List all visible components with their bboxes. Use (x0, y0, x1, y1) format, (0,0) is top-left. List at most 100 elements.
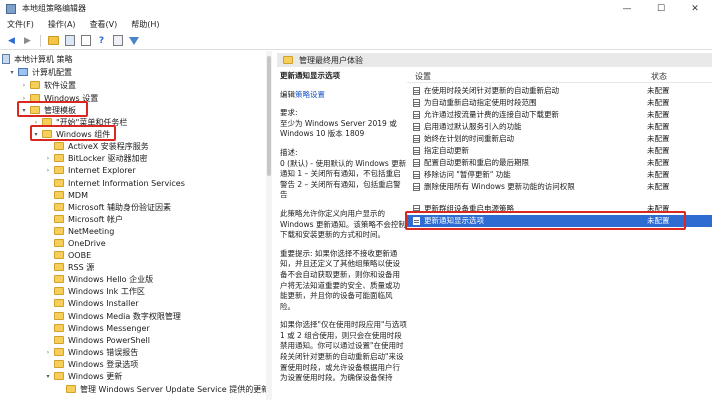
collapse-arrow-icon[interactable]: › (20, 79, 28, 91)
folder-icon (54, 299, 64, 307)
menu-file[interactable]: 文件(F) (0, 19, 41, 30)
tree-item-admin-templates[interactable]: ▾ 管理模板 (20, 104, 76, 116)
edit-policy-link[interactable]: 策略设置 (295, 90, 325, 99)
settings-row-selected[interactable]: 更新通知显示选项 未配置 (407, 215, 712, 227)
settings-row[interactable]: 配置自动更新和重启的最后期限 未配置 (407, 157, 712, 169)
folder-icon (54, 360, 64, 368)
folder-icon (42, 118, 52, 126)
collapse-arrow-icon[interactable]: › (20, 92, 28, 104)
tree-item-windows-powershell[interactable]: Windows PowerShell (44, 334, 150, 346)
settings-row[interactable]: 始终在计划的时间重新启动 未配置 (407, 133, 712, 145)
tree-item-mdm[interactable]: MDM (44, 189, 88, 201)
tree-item-windows-settings[interactable]: › Windows 设置 (20, 92, 98, 104)
title-bar: 本地组策略编辑器 — ☐ ✕ (0, 0, 712, 17)
collapse-arrow-icon[interactable]: › (44, 164, 52, 176)
policy-setting-icon (413, 98, 420, 107)
folder-icon (54, 191, 64, 199)
settings-row[interactable]: 更新群组设备重启电源策略 未配置 (407, 203, 712, 215)
tree-item-windows-logon-options[interactable]: Windows 登录选项 (44, 358, 138, 370)
description-para-3: 如果你选择"仅在使用时段应用"与选项 1 或 2 组合使用，则只会在使用时段禁用… (280, 320, 407, 383)
folder-icon[interactable] (47, 34, 60, 47)
window-controls: — ☐ ✕ (610, 0, 712, 17)
tree-item-software-settings[interactable]: › 软件设置 (20, 79, 76, 91)
tree-scrollbar[interactable] (266, 51, 272, 400)
forward-icon[interactable]: ▶ (21, 34, 34, 47)
back-icon[interactable]: ◀ (5, 34, 18, 47)
tree-item-computer-config[interactable]: ▾ 计算机配置 (8, 66, 72, 78)
tree-scrollbar-thumb[interactable] (267, 56, 271, 176)
collapse-arrow-icon[interactable]: › (32, 116, 40, 128)
settings-row[interactable]: 为自动重新启动指定使用时段范围 未配置 (407, 97, 712, 109)
collapse-arrow-icon[interactable]: › (44, 152, 52, 164)
tree-item-windows-components[interactable]: ▾ Windows 组件 (32, 128, 110, 140)
folder-icon (30, 81, 40, 89)
tree-item-bitlocker[interactable]: › BitLocker 驱动器加密 (44, 152, 148, 164)
menu-help[interactable]: 帮助(H) (124, 19, 166, 30)
content-header: 管理最终用户体验 (277, 53, 712, 67)
tree-item-rss[interactable]: RSS 源 (44, 261, 94, 273)
tree-item-wsus-updates[interactable]: 管理 Windows Server Update Service 提供的更新 (56, 383, 269, 395)
tree-item-netmeeting[interactable]: NetMeeting (44, 225, 114, 237)
folder-icon (54, 166, 64, 174)
settings-row[interactable]: 在使用时段关闭针对更新的自动重新启动 未配置 (407, 85, 712, 97)
policy-setting-icon (413, 86, 420, 95)
column-header-state[interactable]: 状态 (651, 71, 667, 82)
tree-item-start-menu[interactable]: › "开始"菜单和任务栏 (32, 116, 128, 128)
expand-arrow-icon[interactable]: ▾ (44, 370, 52, 382)
edit-policy-line: 编辑策略设置 (280, 89, 325, 99)
menu-bar: 文件(F) 操作(A) 查看(V) 帮助(H) (0, 17, 712, 32)
tree-item-onedrive[interactable]: OneDrive (44, 237, 106, 249)
settings-row[interactable]: 启用通过默认服务引入的功能 未配置 (407, 121, 712, 133)
list-icon[interactable] (111, 34, 124, 47)
collapse-arrow-icon[interactable]: › (44, 346, 52, 358)
tree-item-ie[interactable]: › Internet Explorer (44, 164, 136, 176)
folder-icon (54, 203, 64, 211)
settings-row[interactable]: 删除使用所有 Windows 更新功能的访问权限 未配置 (407, 181, 712, 193)
policy-setting-icon (413, 158, 420, 167)
expand-arrow-icon[interactable]: ▾ (20, 104, 28, 116)
tree-item-windows-error-reporting[interactable]: › Windows 错误报告 (44, 346, 138, 358)
settings-list-header: 设置 状态 (407, 71, 712, 83)
menu-action[interactable]: 操作(A) (41, 19, 83, 30)
doc-icon[interactable] (79, 34, 92, 47)
settings-row[interactable]: 允许通过按流量计费的连接自动下载更新 未配置 (407, 109, 712, 121)
maximize-button[interactable]: ☐ (644, 0, 678, 17)
column-header-setting[interactable]: 设置 (415, 71, 431, 82)
folder-icon (54, 227, 64, 235)
settings-row[interactable]: 指定自动更新 未配置 (407, 145, 712, 157)
folder-icon (54, 251, 64, 259)
close-button[interactable]: ✕ (678, 0, 712, 17)
menu-view[interactable]: 查看(V) (83, 19, 125, 30)
toolbar-divider (40, 34, 41, 47)
folder-icon (54, 154, 64, 162)
tree-item-windows-update[interactable]: ▾ Windows 更新 (44, 370, 122, 382)
tree-item-ms-account[interactable]: Microsoft 帐户 (44, 213, 123, 225)
tree-item-oobe[interactable]: OOBE (44, 249, 91, 261)
book-icon (2, 54, 10, 64)
expand-arrow-icon[interactable]: ▾ (32, 128, 40, 140)
minimize-button[interactable]: — (610, 0, 644, 17)
expand-arrow-icon[interactable]: ▾ (8, 66, 16, 78)
requirements-block: 要求: 至少为 Windows Server 2019 或 Windows 10… (280, 108, 397, 139)
tree-item-windows-installer[interactable]: Windows Installer (44, 297, 139, 309)
tree-item-iis[interactable]: Internet Information Services (44, 177, 185, 189)
settings-row[interactable]: 移除访问 "暂停更新" 功能 未配置 (407, 169, 712, 181)
filter-icon[interactable] (127, 34, 140, 47)
tree-item-windows-ink[interactable]: Windows Ink 工作区 (44, 285, 145, 297)
folder-icon (54, 312, 64, 320)
pane-icon[interactable] (63, 34, 76, 47)
window-title: 本地组策略编辑器 (22, 4, 86, 13)
tree-item-local-policy[interactable]: 本地计算机 策略 (2, 53, 73, 65)
tree-item-windows-media-drm[interactable]: Windows Media 数字权限管理 (44, 310, 181, 322)
tree-item-windows-messenger[interactable]: Windows Messenger (44, 322, 150, 334)
tree-item-activex[interactable]: ActiveX 安装程序服务 (44, 140, 149, 152)
help-icon[interactable]: ? (95, 34, 108, 47)
tree-item-windows-hello[interactable]: Windows Hello 企业版 (44, 273, 153, 285)
tree-item-ms-secondary-auth[interactable]: Microsoft 辅助身份验证因素 (44, 201, 171, 213)
